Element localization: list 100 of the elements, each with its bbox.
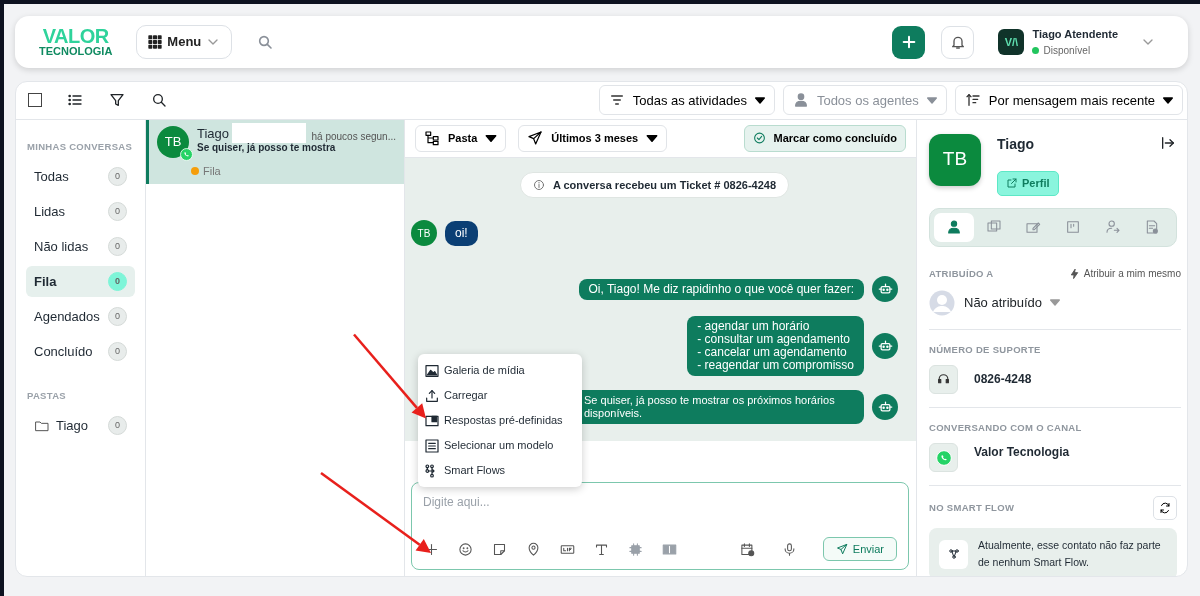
filter-icon (109, 92, 125, 109)
ticket-notice: A conversa recebeu um Ticket # 0826-4248 (519, 171, 790, 199)
section-heading: MINHAS CONVERSAS (27, 139, 134, 154)
refresh-icon (1159, 500, 1171, 517)
notifications-button[interactable] (941, 25, 975, 59)
count-badge: 0 (108, 201, 127, 221)
refresh-button[interactable] (1153, 496, 1177, 521)
logo-wordmark: VALOR (42, 27, 109, 45)
sidebar-label: Agendados (34, 307, 101, 326)
sidebar-label: Todas (34, 167, 70, 186)
sidebar-item[interactable]: Agendados 0 (26, 300, 135, 332)
folder-tree-icon (424, 130, 440, 147)
plus-icon (900, 34, 917, 50)
ai-button[interactable] (627, 540, 644, 558)
contact-avatar: TB (929, 133, 981, 186)
chip-icon (628, 541, 643, 557)
sidebar-label: Fila (34, 272, 58, 291)
search-icon (257, 34, 274, 50)
section-heading: CONVERSANDO COM O CANAL (929, 420, 1083, 435)
panel-tab[interactable] (934, 212, 974, 242)
sidebar-item[interactable]: Tiago 0 (26, 410, 135, 442)
field-value: Valor Tecnologia (974, 444, 1070, 462)
sidebar-item[interactable]: Concluído 0 (26, 335, 135, 367)
count-badge: 0 (108, 416, 127, 436)
person-icon (792, 92, 809, 109)
caret-icon (754, 96, 765, 104)
field-value: 0826-4248 (974, 371, 1032, 389)
caret-icon (926, 96, 937, 104)
section-heading: ATRIBUÍDO A (929, 266, 994, 281)
whatsapp-icon (180, 147, 193, 161)
section-heading: NO SMART FLOW (929, 501, 1015, 516)
sticker-icon (492, 541, 507, 557)
time-label: há poucos segun... (311, 129, 396, 143)
smiley-icon (458, 541, 473, 557)
count-badge: 0 (108, 341, 127, 361)
sidebar-item[interactable]: Não lidas 0 (26, 230, 135, 262)
window-icon (1064, 219, 1081, 236)
edit-icon (1025, 219, 1042, 236)
image-icon (424, 362, 440, 379)
filter-dropdown[interactable]: Todas as atividades (598, 85, 775, 116)
section-heading: PASTAS (27, 388, 67, 403)
send-button[interactable]: Enviar (822, 537, 897, 561)
person-icon (945, 219, 962, 236)
sidebar-label: Tiago (56, 416, 90, 435)
logo-tagline: TECNOLOGIA (39, 45, 113, 57)
sidebar-item[interactable]: Fila 0 (26, 265, 135, 297)
avatar-placeholder-icon (929, 289, 955, 316)
send-icon (835, 541, 848, 557)
message-bubble: oi! (445, 220, 478, 246)
calendar-icon (739, 541, 755, 557)
menu-item[interactable]: Selecionar um modelo (418, 433, 582, 458)
whatsapp-icon (935, 449, 952, 466)
message-bubble: - agendar um horário - consultar um agendamento - cancelar um agendamento - reagendar um compromisso (687, 316, 864, 377)
folder-button[interactable]: Pasta (415, 124, 507, 152)
filter-dropdown[interactable]: Por mensagem mais recente (954, 85, 1183, 116)
sidebar-label: Concluído (34, 342, 94, 361)
assignee-dropdown[interactable]: Não atribuído (963, 291, 1062, 314)
emoji-button[interactable] (457, 540, 474, 558)
caret-icon (485, 134, 498, 142)
assign-self-link[interactable]: Atribuir a mim mesmo (1068, 265, 1181, 282)
user-name: Tiago Atendente (1032, 27, 1118, 43)
text-format-icon (594, 541, 609, 557)
count-badge: 0 (108, 236, 127, 256)
section-heading: NÚMERO DE SUPORTE (929, 342, 1042, 357)
count-badge: 0 (108, 306, 127, 326)
status-label: Fila (203, 163, 221, 179)
schedule-button[interactable] (738, 540, 756, 558)
caret-icon (1163, 96, 1173, 104)
select-all-checkbox[interactable] (28, 93, 42, 108)
search-icon (151, 92, 167, 109)
count-badge: 0 (108, 166, 127, 186)
sidebar-item[interactable]: Lidas 0 (26, 195, 135, 227)
user-status: Disponível (1043, 43, 1091, 58)
profile-button[interactable]: Perfil (997, 170, 1059, 196)
info-text: Atualmente, esse contato não faz parte de nenhum Smart Flow. (978, 538, 1162, 571)
user-avatar: V/\ (998, 29, 1025, 55)
caret-icon (1050, 299, 1061, 307)
contact-name: Tiago (997, 134, 1035, 154)
count-badge: 0 (108, 271, 127, 291)
conversation-item[interactable]: TB Tiago há poucos segun... Se quiser, já posso te mostra Fila (146, 119, 404, 184)
bell-icon (949, 34, 966, 50)
menu-item[interactable]: Smart Flows (418, 458, 582, 483)
period-button[interactable]: Últimos 3 meses (518, 124, 668, 152)
sidebar-label: Lidas (34, 202, 67, 221)
avatar-initials: TB (164, 132, 182, 151)
table-icon (424, 437, 440, 454)
send-icon (527, 130, 544, 147)
contact-avatar: TB (411, 220, 437, 247)
sidebar-item[interactable]: Todas 0 (26, 160, 135, 192)
complete-button[interactable]: Marcar como concluído (743, 124, 906, 152)
check-circle-icon (752, 130, 766, 147)
menu-item[interactable]: Galeria de mídia (418, 358, 582, 383)
document-icon (1144, 219, 1161, 236)
menu-button[interactable]: Menu (136, 25, 233, 59)
message-bubble: Oi, Tiago! Me diz rapidinho o que você quer fazer: (578, 278, 864, 300)
sidebar-label: Não lidas (34, 237, 90, 256)
add-button[interactable] (892, 25, 926, 59)
sort-icon (964, 92, 981, 109)
translate-icon (662, 541, 677, 557)
caret-icon (646, 134, 659, 142)
